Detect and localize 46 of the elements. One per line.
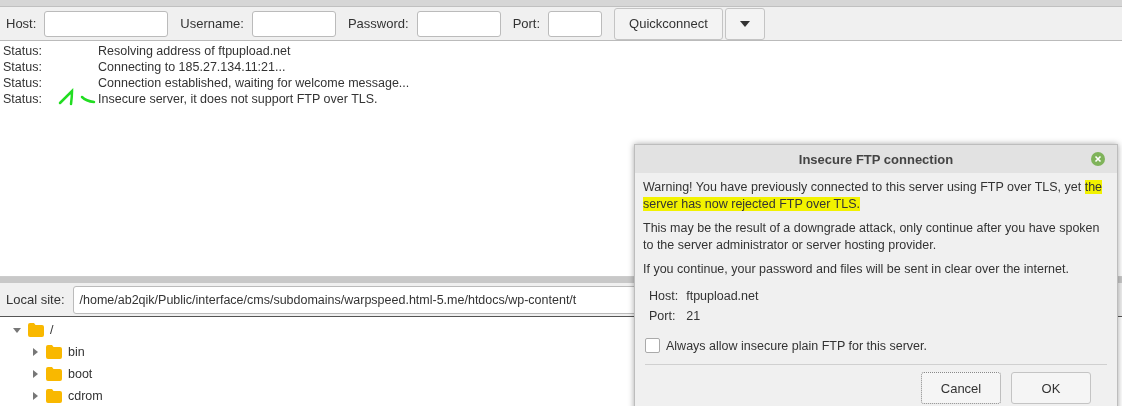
input-field[interactable] xyxy=(251,10,336,37)
checkbox[interactable] xyxy=(645,338,660,353)
log-type: Status: xyxy=(3,59,42,75)
checkbox-label[interactable]: Always allow insecure plain FTP for this server. xyxy=(666,338,927,353)
dialog-message: This may be the result of a downgrade attack, only continue after you have spoken to the server administrator or server hosting provider. xyxy=(643,220,1101,254)
close-icon[interactable] xyxy=(1091,152,1105,166)
folder-icon xyxy=(46,367,62,381)
log-message: Connection established, waiting for welcome message... xyxy=(98,75,411,91)
log-message: Insecure server, it does not support FTP over TLS. xyxy=(98,91,379,107)
dialog-button[interactable]: Cancel xyxy=(921,372,1001,404)
folder-name[interactable]: cdrom xyxy=(68,389,103,403)
log-type: Status: xyxy=(3,91,42,107)
detail-value: 21 xyxy=(686,309,702,323)
expand-arrow-icon[interactable] xyxy=(30,391,40,401)
field-label: Username: xyxy=(180,16,244,31)
input-field[interactable] xyxy=(44,10,169,37)
log-type: Status: xyxy=(3,43,42,59)
folder-icon xyxy=(46,345,62,359)
detail-label: Host: xyxy=(649,289,679,303)
dialog-title: Insecure FTP connection xyxy=(798,151,954,167)
expand-arrow-icon[interactable] xyxy=(30,369,40,379)
caret-icon xyxy=(739,20,750,27)
folder-name[interactable]: boot xyxy=(68,367,93,381)
collapse-arrow-icon[interactable] xyxy=(12,325,22,335)
folder-icon xyxy=(46,389,62,403)
detail-label: Port: xyxy=(649,309,677,323)
log-type: Status: xyxy=(3,75,42,91)
log-message: Connecting to 185.27.134.11:21... xyxy=(98,59,287,75)
detail-value: ftpupload.net xyxy=(686,289,760,303)
pen-mark-drawing xyxy=(58,87,96,107)
field-label: Host: xyxy=(6,16,37,31)
log-message: Resolving address of ftpupload.net xyxy=(98,43,292,59)
dropdown-button[interactable] xyxy=(724,7,765,40)
input-field[interactable] xyxy=(416,10,501,37)
folder-icon xyxy=(28,323,44,337)
local-site-label: Local site: xyxy=(6,292,65,307)
dialog-message: If you continue, your password and files will be sent in clear over the internet. xyxy=(643,261,1070,278)
folder-name[interactable]: bin xyxy=(68,345,85,359)
folder-name[interactable]: / xyxy=(50,323,54,337)
field-label: Password: xyxy=(347,16,409,31)
dialog-message: Warning! You have previously connected to this server using FTP over TLS, yet the server has now rejected FTP over TLS. xyxy=(643,179,1104,213)
input-field[interactable] xyxy=(548,10,603,37)
expand-arrow-icon[interactable] xyxy=(30,347,40,357)
quickconnect-button[interactable]: Quickconnect xyxy=(614,7,723,40)
dialog-button[interactable]: OK xyxy=(1011,372,1091,404)
field-label: Port: xyxy=(512,16,541,31)
